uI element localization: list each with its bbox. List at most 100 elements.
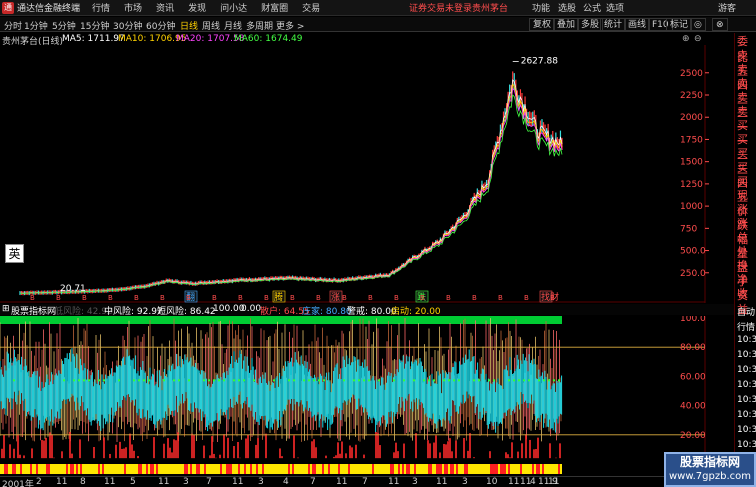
period-weekly[interactable]: 周线 xyxy=(202,19,220,32)
tool-diejia[interactable]: 叠加 xyxy=(553,18,580,31)
bottom-band xyxy=(126,464,128,474)
bottom-band xyxy=(500,464,502,474)
bottom-band xyxy=(526,464,528,474)
signal-dot xyxy=(118,379,120,382)
menu-gongneng[interactable]: 功能 xyxy=(532,1,550,14)
chevron-down-icon[interactable]: ⊖ xyxy=(694,34,702,44)
period-multi[interactable]: 多周期 xyxy=(246,19,273,32)
high-label: 2627.88 xyxy=(521,56,558,66)
signal-dot xyxy=(538,379,540,382)
bottom-band xyxy=(16,464,18,474)
bottom-band xyxy=(332,464,334,474)
price-chart[interactable]: 2500 2250 2000 1750 1500 1250 1000 750 500.0 250.… xyxy=(0,45,734,303)
tool-tongji[interactable]: 统计 xyxy=(600,18,627,31)
signal-dot xyxy=(358,379,360,382)
bottom-band xyxy=(2,464,4,474)
bottom-band xyxy=(504,464,506,474)
period-60min[interactable]: 60分钟 xyxy=(146,19,175,32)
event-label: 涨 xyxy=(331,292,340,303)
bottom-band xyxy=(502,464,504,474)
bottom-band xyxy=(468,464,470,474)
bottom-band xyxy=(374,464,376,474)
time-label: 10:31 xyxy=(737,350,756,360)
bottom-band xyxy=(414,464,416,474)
chevron-up-icon[interactable]: ⊕ xyxy=(682,34,690,44)
time-label: 10:31 xyxy=(737,410,756,420)
bottom-band xyxy=(432,464,434,474)
stock-tag: 贵州茅台 xyxy=(472,4,509,14)
bottom-band xyxy=(268,464,270,474)
period-more[interactable]: 更多 > xyxy=(276,19,304,32)
bottom-band xyxy=(470,464,472,474)
menu-shichang[interactable]: 市场 xyxy=(124,1,142,14)
signal-dot xyxy=(413,379,415,382)
bottom-band xyxy=(202,464,204,474)
signal-dot xyxy=(378,379,380,382)
bottom-band xyxy=(452,464,454,474)
order-book-label: 卖四 xyxy=(737,63,748,92)
bottom-band xyxy=(548,464,550,474)
tool-huaxian[interactable]: 画线 xyxy=(624,18,651,31)
menu-wenxiaoda[interactable]: 问小达 xyxy=(220,1,247,14)
bottom-band xyxy=(358,464,360,474)
bottom-band xyxy=(422,464,424,474)
menu-gongshi[interactable]: 公式 xyxy=(583,1,601,14)
bottom-band xyxy=(392,464,394,474)
dividend-marker: B xyxy=(394,294,399,302)
order-book-label: 卖二 xyxy=(737,91,748,120)
signal-dot xyxy=(73,379,75,382)
bottom-band xyxy=(324,464,326,474)
bottom-band xyxy=(232,464,234,474)
bottom-band xyxy=(464,464,466,474)
bottom-band xyxy=(102,464,104,474)
ind-y-tick-label: 100.0 xyxy=(680,316,706,324)
bottom-band xyxy=(560,464,562,474)
menu-zixun[interactable]: 资讯 xyxy=(156,1,174,14)
close-icon[interactable]: ⊗ xyxy=(712,18,728,31)
bottom-band xyxy=(46,464,48,474)
period-monthly[interactable]: 月线 xyxy=(224,19,242,32)
dividend-marker: B xyxy=(524,294,529,302)
bottom-band xyxy=(334,464,336,474)
bottom-band xyxy=(386,464,388,474)
menu-xuangu[interactable]: 选股 xyxy=(558,1,576,14)
settings-icon[interactable]: ◎ xyxy=(690,18,706,31)
bottom-band xyxy=(148,464,150,474)
menu-caifuquan[interactable]: 财富圈 xyxy=(261,1,288,14)
menu-xuanxiang[interactable]: 选项 xyxy=(606,1,624,14)
menu-youke[interactable]: 游客 xyxy=(718,1,736,14)
order-book-label: 委比 xyxy=(737,35,748,64)
bottom-band xyxy=(154,464,156,474)
period-15min[interactable]: 15分钟 xyxy=(80,19,109,32)
bottom-band xyxy=(230,464,232,474)
bottom-band xyxy=(100,464,102,474)
bottom-band xyxy=(96,464,98,474)
tool-fuquan[interactable]: 复权 xyxy=(529,18,556,31)
date-tick: 7 xyxy=(206,477,212,487)
signal-dot xyxy=(103,379,105,382)
indicator-chart[interactable]: 100.0 80.00 60.00 40.00 20.00 xyxy=(0,316,734,476)
menu-faxian[interactable]: 发现 xyxy=(188,1,206,14)
bottom-band xyxy=(314,464,316,474)
bottom-band xyxy=(178,464,180,474)
period-fenshi[interactable]: 分时 xyxy=(4,19,22,32)
period-1min[interactable]: 1分钟 xyxy=(24,19,48,32)
login-status[interactable]: 证券交易未登录 xyxy=(409,1,472,14)
order-book-label: 外盘 xyxy=(737,245,748,274)
bottom-band xyxy=(238,464,240,474)
signal-dot xyxy=(163,379,165,382)
bottom-band xyxy=(194,464,196,474)
period-daily[interactable]: 日线 xyxy=(180,19,198,32)
menu-hangqing[interactable]: 行情 xyxy=(92,1,110,14)
signal-dot xyxy=(448,379,450,382)
period-5min[interactable]: 5分钟 xyxy=(52,19,76,32)
menu-jiaoyi[interactable]: 交易 xyxy=(302,1,320,14)
bottom-band xyxy=(408,464,410,474)
period-30min[interactable]: 30分钟 xyxy=(113,19,142,32)
signal-dot xyxy=(143,379,145,382)
value-100: 100.00 xyxy=(213,304,245,314)
bottom-band xyxy=(312,464,314,474)
bottom-band xyxy=(532,464,534,474)
bottom-band xyxy=(390,464,392,474)
tool-biaoji[interactable]: 标记 xyxy=(666,18,693,31)
